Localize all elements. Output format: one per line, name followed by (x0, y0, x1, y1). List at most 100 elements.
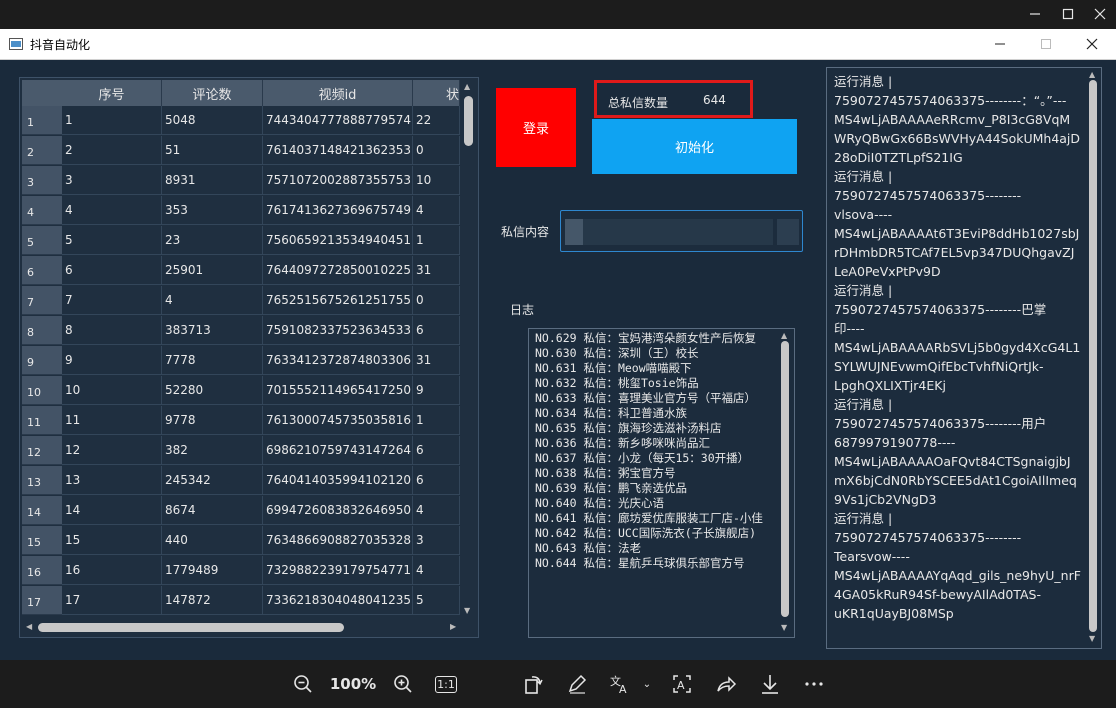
cell-index[interactable]: 11 (62, 406, 162, 435)
cell-status[interactable]: 0 (413, 286, 460, 315)
cell-status[interactable]: 1 (413, 226, 460, 255)
cell-index[interactable]: 4 (62, 196, 162, 225)
cell-comments[interactable]: 147872 (162, 586, 263, 615)
row-number[interactable]: 11 (22, 406, 62, 435)
close-icon[interactable] (1077, 34, 1107, 54)
text-recognition-icon[interactable]: A (670, 672, 694, 696)
cell-status[interactable]: 4 (413, 496, 460, 525)
scroll-right-icon[interactable]: ▶ (450, 622, 456, 631)
viewer-maximize-icon[interactable] (1054, 4, 1082, 24)
scroll-left-icon[interactable]: ◀ (26, 622, 32, 631)
row-number[interactable]: 4 (22, 196, 62, 225)
cell-video-id[interactable]: 7613000745735035816 (263, 406, 413, 435)
cell-status[interactable]: 31 (413, 346, 460, 375)
cell-comments[interactable]: 25901 (162, 256, 263, 285)
more-options-icon[interactable] (802, 672, 826, 696)
column-header-status[interactable]: 状 (413, 80, 460, 106)
cell-comments[interactable]: 4 (162, 286, 263, 315)
row-number[interactable]: 8 (22, 316, 62, 345)
cell-comments[interactable]: 51 (162, 136, 263, 165)
table-horizontal-scrollbar[interactable]: ◀ ▶ (22, 618, 460, 636)
cell-index[interactable]: 16 (62, 556, 162, 585)
log-scroll-down-icon[interactable]: ▼ (781, 623, 787, 632)
cell-video-id[interactable]: 7614037148421362353 (263, 136, 413, 165)
cell-status[interactable]: 0 (413, 136, 460, 165)
cell-video-id[interactable]: 7652515675261251755 (263, 286, 413, 315)
row-number[interactable]: 2 (22, 136, 62, 165)
cell-status[interactable]: 6 (413, 466, 460, 495)
viewer-close-icon[interactable] (1086, 4, 1114, 24)
cell-index[interactable]: 1 (62, 106, 162, 135)
cell-status[interactable]: 31 (413, 256, 460, 285)
runtime-scroll-down-icon[interactable]: ▼ (1089, 634, 1095, 643)
cell-comments[interactable]: 5048 (162, 106, 263, 135)
cell-comments[interactable]: 382 (162, 436, 263, 465)
table-vertical-scrollbar[interactable]: ▲ ▼ (460, 80, 476, 618)
maximize-icon[interactable] (1031, 34, 1061, 54)
runtime-scroll-up-icon[interactable]: ▲ (1089, 70, 1095, 79)
scroll-down-icon[interactable]: ▼ (464, 606, 470, 615)
row-number[interactable]: 14 (22, 496, 62, 525)
row-number[interactable]: 10 (22, 376, 62, 405)
cell-video-id[interactable]: 7644097272850010225 (263, 256, 413, 285)
actual-size-button[interactable]: 1:1 (435, 676, 457, 693)
viewer-minimize-icon[interactable] (1021, 4, 1049, 24)
init-button[interactable]: 初始化 (592, 119, 797, 174)
chevron-down-icon[interactable]: ⌄ (640, 672, 654, 696)
zoom-out-icon[interactable] (291, 672, 315, 696)
cell-comments[interactable]: 353 (162, 196, 263, 225)
cell-index[interactable]: 15 (62, 526, 162, 555)
cell-video-id[interactable]: 7560659213534940451 (263, 226, 413, 255)
cell-comments[interactable]: 52280 (162, 376, 263, 405)
column-header-index[interactable]: 序号 (62, 80, 162, 106)
cell-comments[interactable]: 23 (162, 226, 263, 255)
log-panel[interactable]: NO.629 私信：宝妈港湾朵颜女性产后恢复 NO.630 私信：深圳（王）校长 N… (528, 328, 795, 638)
row-number[interactable]: 15 (22, 526, 62, 555)
cell-video-id[interactable]: 7640414035994102120 (263, 466, 413, 495)
video-table[interactable]: 序号 评论数 视频id 状 1 1 5048 7443404777888779574 2… (19, 77, 479, 638)
row-number[interactable]: 1 (22, 106, 62, 135)
cell-video-id[interactable]: 7443404777888779574 (263, 106, 413, 135)
login-button[interactable]: 登录 (496, 88, 576, 167)
cell-index[interactable]: 17 (62, 586, 162, 615)
cell-comments[interactable]: 7778 (162, 346, 263, 375)
table-horizontal-scroll-thumb[interactable] (38, 623, 344, 632)
cell-video-id[interactable]: 7617413627369675749 (263, 196, 413, 225)
row-number[interactable]: 12 (22, 436, 62, 465)
edit-icon[interactable] (565, 672, 589, 696)
cell-status[interactable]: 22 (413, 106, 460, 135)
share-icon[interactable] (714, 672, 738, 696)
table-vertical-scroll-thumb[interactable] (464, 96, 473, 146)
table-corner[interactable] (22, 80, 62, 106)
cell-index[interactable]: 7 (62, 286, 162, 315)
cell-status[interactable]: 1 (413, 406, 460, 435)
cell-video-id[interactable]: 7591082337523634533 (263, 316, 413, 345)
log-scroll-up-icon[interactable]: ▲ (781, 331, 787, 340)
row-number[interactable]: 3 (22, 166, 62, 195)
column-header-comments[interactable]: 评论数 (162, 80, 263, 106)
row-number[interactable]: 16 (22, 556, 62, 585)
row-number[interactable]: 5 (22, 226, 62, 255)
cell-status[interactable]: 9 (413, 376, 460, 405)
cell-video-id[interactable]: 7336218304048041235 (263, 586, 413, 615)
cell-index[interactable]: 3 (62, 166, 162, 195)
row-number[interactable]: 13 (22, 466, 62, 495)
message-input-field[interactable] (565, 219, 773, 245)
cell-video-id[interactable]: 7571072002887355753 (263, 166, 413, 195)
cell-status[interactable]: 6 (413, 436, 460, 465)
row-number[interactable]: 6 (22, 256, 62, 285)
log-scrollbar[interactable]: ▲ ▼ (777, 331, 793, 635)
row-number[interactable]: 17 (22, 586, 62, 615)
cell-status[interactable]: 5 (413, 586, 460, 615)
cell-status[interactable]: 10 (413, 166, 460, 195)
runtime-scrollbar[interactable]: ▲ ▼ (1085, 70, 1101, 646)
cell-index[interactable]: 10 (62, 376, 162, 405)
cell-status[interactable]: 3 (413, 526, 460, 555)
cell-comments[interactable]: 383713 (162, 316, 263, 345)
cell-index[interactable]: 5 (62, 226, 162, 255)
cell-comments[interactable]: 8931 (162, 166, 263, 195)
cell-video-id[interactable]: 6994726083832646950 (263, 496, 413, 525)
translate-icon[interactable]: 文A (608, 672, 636, 696)
message-content-input[interactable] (560, 210, 803, 252)
cell-comments[interactable]: 8674 (162, 496, 263, 525)
